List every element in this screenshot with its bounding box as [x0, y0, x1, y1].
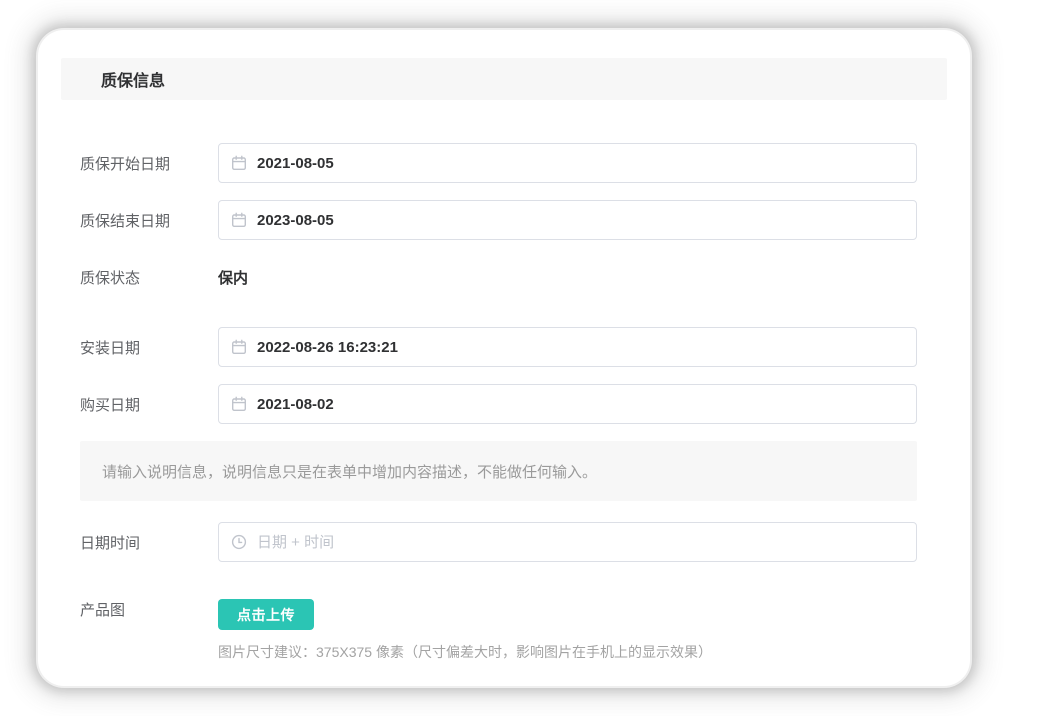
page: 质保信息 质保开始日期	[0, 0, 1046, 716]
calendar-icon	[231, 212, 247, 228]
form-row-datetime: 日期时间	[61, 522, 917, 562]
purchase-date-label: 购买日期	[80, 394, 218, 415]
warranty-status-label: 质保状态	[80, 267, 218, 288]
install-date-value[interactable]	[219, 328, 916, 366]
form-row-warranty-end: 质保结束日期	[61, 200, 917, 240]
datetime-input[interactable]	[218, 522, 917, 562]
datetime-value[interactable]	[219, 523, 916, 561]
upload-button[interactable]: 点击上传	[218, 599, 314, 630]
purchase-date-value[interactable]	[219, 385, 916, 423]
form-row-product-image: 产品图 点击上传 图片尺寸建议：375X375 像素（尺寸偏差大时，影响图片在手…	[61, 579, 917, 662]
section-title: 质保信息	[101, 67, 165, 91]
warranty-end-date-input[interactable]	[218, 200, 917, 240]
form-row-warranty-status: 质保状态 保内	[61, 257, 917, 297]
purchase-date-input[interactable]	[218, 384, 917, 424]
warranty-info-card: 质保信息 质保开始日期	[38, 30, 970, 686]
calendar-icon	[231, 155, 247, 171]
description-note-bar: 请输入说明信息，说明信息只是在表单中增加内容描述，不能做任何输入。	[80, 441, 917, 501]
warranty-status-value: 保内	[218, 267, 248, 288]
product-image-label: 产品图	[80, 599, 218, 620]
form-row-install-date: 安装日期	[61, 327, 917, 367]
section-header: 质保信息	[61, 58, 947, 100]
datetime-label: 日期时间	[80, 532, 218, 553]
upload-area: 点击上传 图片尺寸建议：375X375 像素（尺寸偏差大时，影响图片在手机上的显…	[218, 599, 917, 662]
warranty-start-date-value[interactable]	[219, 144, 916, 182]
warranty-end-label: 质保结束日期	[80, 210, 218, 231]
description-note-text: 请输入说明信息，说明信息只是在表单中增加内容描述，不能做任何输入。	[102, 461, 597, 482]
install-date-input[interactable]	[218, 327, 917, 367]
warranty-start-date-input[interactable]	[218, 143, 917, 183]
install-date-label: 安装日期	[80, 337, 218, 358]
form-row-warranty-start: 质保开始日期	[61, 143, 917, 183]
clock-icon	[231, 534, 247, 550]
warranty-start-label: 质保开始日期	[80, 153, 218, 174]
warranty-form: 质保开始日期 质保结束日期	[61, 100, 917, 662]
calendar-icon	[231, 339, 247, 355]
warranty-end-date-value[interactable]	[219, 201, 916, 239]
calendar-icon	[231, 396, 247, 412]
upload-size-hint: 图片尺寸建议：375X375 像素（尺寸偏差大时，影响图片在手机上的显示效果）	[218, 642, 917, 662]
form-row-purchase-date: 购买日期	[61, 384, 917, 424]
